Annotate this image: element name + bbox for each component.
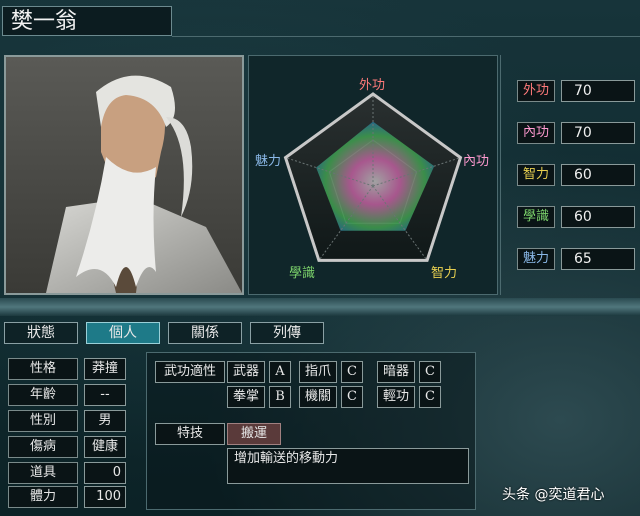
character-name: 樊一翁 xyxy=(2,6,172,36)
info-value: -- xyxy=(84,384,126,406)
skill-grade: C xyxy=(419,361,441,383)
tab-biography[interactable]: 列傳 xyxy=(250,322,324,344)
skill-grade: C xyxy=(341,386,363,408)
info-value: 100 xyxy=(84,486,126,508)
info-label: 性別 xyxy=(8,410,78,432)
info-label: 傷病 xyxy=(8,436,78,458)
info-row-stamina: 體力 100 xyxy=(4,486,132,510)
info-row-items: 道具 0 xyxy=(4,462,132,486)
info-row-gender: 性別 男 xyxy=(4,410,132,434)
tab-relations[interactable]: 關係 xyxy=(168,322,242,344)
skill-name: 輕功 xyxy=(377,386,415,408)
divider xyxy=(172,36,640,37)
radar-label-wisdom: 智力 xyxy=(431,266,458,281)
skill-name: 機關 xyxy=(299,386,337,408)
stat-value: 70 xyxy=(561,80,635,102)
stat-name: 智力 xyxy=(517,164,555,186)
special-skill-description: 增加輸送的移動力 xyxy=(227,448,469,484)
tab-status[interactable]: 狀態 xyxy=(4,322,78,344)
stat-value: 65 xyxy=(561,248,635,270)
info-label: 體力 xyxy=(8,486,78,508)
stat-name: 內功 xyxy=(517,122,555,144)
skill-name: 武器 xyxy=(227,361,265,383)
info-row-injury: 傷病 健康 xyxy=(4,436,132,460)
skill-grade: A xyxy=(269,361,291,383)
stat-name: 魅力 xyxy=(517,248,555,270)
info-label: 年齡 xyxy=(8,384,78,406)
stat-value: 60 xyxy=(561,206,635,228)
skill-grade: C xyxy=(341,361,363,383)
special-skill-button[interactable]: 搬運 xyxy=(227,423,281,445)
info-value: 0 xyxy=(84,462,126,484)
radar-label-outer: 外功 xyxy=(359,78,386,93)
skill-name: 指爪 xyxy=(299,361,337,383)
skill-name: 暗器 xyxy=(377,361,415,383)
stats-panel: 外功 70 內功 70 智力 60 學識 60 魅力 65 xyxy=(500,55,640,295)
stat-value: 70 xyxy=(561,122,635,144)
stat-name: 外功 xyxy=(517,80,555,102)
radar-label-knowledge: 學識 xyxy=(289,266,316,281)
info-label: 道具 xyxy=(8,462,78,484)
tab-personal[interactable]: 個人 xyxy=(86,322,160,344)
stat-name: 學識 xyxy=(517,206,555,228)
info-value: 莽撞 xyxy=(84,358,126,380)
skill-grade: C xyxy=(419,386,441,408)
info-row-personality: 性格 莽撞 xyxy=(4,358,132,382)
skill-name: 拳掌 xyxy=(227,386,265,408)
skill-grade: B xyxy=(269,386,291,408)
character-portrait xyxy=(4,55,244,295)
attribute-radar-panel: 外功 內功 智力 學識 魅力 xyxy=(248,55,498,295)
watermark: 头条 @奕道君心 xyxy=(502,487,605,503)
info-row-age: 年齡 -- xyxy=(4,384,132,408)
skills-panel: 武功適性 武器 A 指爪 C 暗器 C 拳掌 B 機關 C 輕功 C 特技 搬運… xyxy=(146,352,476,510)
special-skill-header: 特技 xyxy=(155,423,225,445)
stat-value: 60 xyxy=(561,164,635,186)
info-label: 性格 xyxy=(8,358,78,380)
portrait-illustration xyxy=(6,57,242,293)
radar-label-charm: 魅力 xyxy=(255,154,282,169)
section-divider xyxy=(0,298,640,316)
info-value: 男 xyxy=(84,410,126,432)
radar-label-inner: 內功 xyxy=(463,154,490,169)
martial-aptitude-header: 武功適性 xyxy=(155,361,225,383)
info-value: 健康 xyxy=(84,436,126,458)
